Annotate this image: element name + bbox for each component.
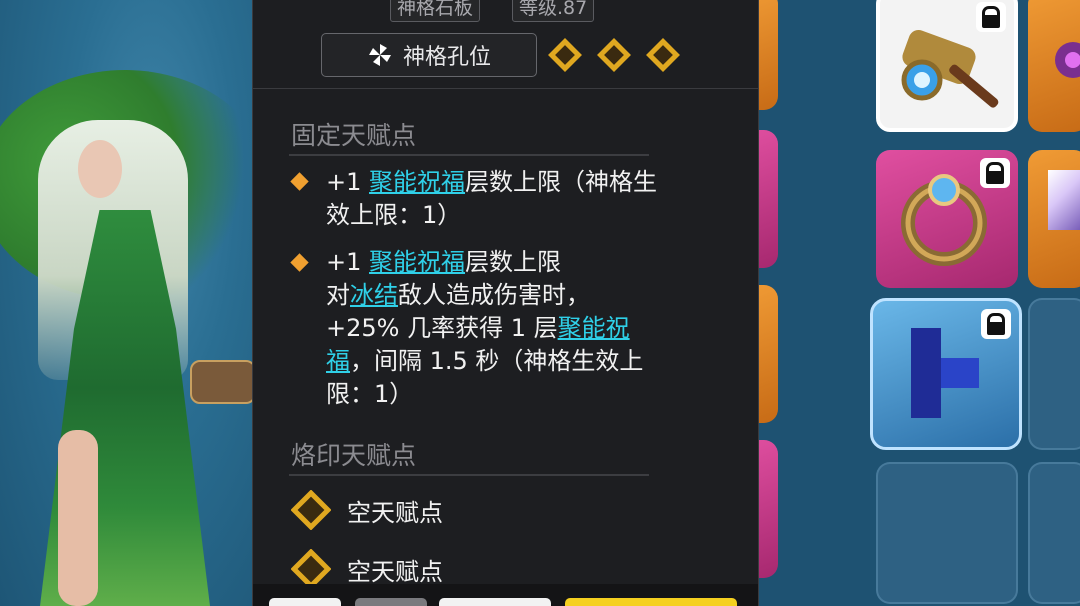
blue-glyph-icon [911, 328, 979, 418]
item-type-tag: 神格石板 [390, 0, 481, 22]
socket-slot-label: 神格孔位 [402, 45, 491, 70]
header-divider [253, 88, 758, 89]
diamond-gem-icon [548, 38, 582, 72]
entry-text: 层数上限（神格生 [465, 168, 658, 196]
item-icon [1055, 42, 1080, 78]
keyword-link[interactable]: 聚能祝 [558, 314, 630, 342]
diamond-gem-icon [646, 38, 680, 72]
item-tooltip: 神格石板 等级.87 神格孔位 固定天赋点 +1 聚能祝福层数上限（神格生 效上… [252, 0, 759, 606]
inventory-grid [742, 0, 1080, 606]
character-face [78, 140, 122, 198]
entry-text: ，间隔 1.5 秒（神格生效上 [350, 347, 644, 375]
item-level-tag: 等级.87 [512, 0, 595, 22]
inventory-slot[interactable] [1028, 150, 1080, 288]
talent-entry: +1 聚能祝福层数上限 对冰结敌人造成伤害时， +25% 几率获得 1 层聚能祝… [326, 246, 721, 411]
keyword-link[interactable]: 冰结 [350, 281, 398, 309]
section-divider [289, 474, 649, 476]
lock-icon [976, 2, 1006, 32]
entry-text: 效上限：1） [326, 201, 462, 229]
keyword-link[interactable]: 聚能祝福 [369, 168, 465, 196]
confirm-button[interactable] [565, 598, 737, 606]
inventory-slot-empty[interactable] [876, 462, 1018, 604]
character-leg [58, 430, 98, 606]
pinwheel-icon [368, 44, 391, 66]
diamond-gem-icon [597, 38, 631, 72]
empty-slot-label: 空天赋点 [347, 557, 443, 586]
inventory-slot-hammer[interactable] [876, 0, 1018, 132]
action-button[interactable] [355, 598, 427, 606]
entry-text: 层数上限 [465, 248, 562, 276]
fixed-talent-heading: 固定天赋点 [291, 121, 417, 150]
empty-slot-icon [291, 549, 331, 589]
inventory-slot-empty[interactable] [1028, 462, 1080, 604]
inventory-slot-ring[interactable] [876, 150, 1018, 288]
inventory-slot-glyph[interactable] [870, 298, 1022, 450]
keyword-link[interactable]: 聚能祝福 [369, 248, 465, 276]
talent-entry: +1 聚能祝福层数上限（神格生 效上限：1） [326, 166, 721, 232]
ring-icon [901, 174, 987, 266]
entry-text: 敌人造成伤害时， [398, 281, 590, 309]
inventory-slot-empty[interactable] [1028, 298, 1080, 450]
empty-talent-slot[interactable]: 空天赋点 [291, 490, 443, 530]
action-button[interactable] [439, 598, 551, 606]
empty-slot-label: 空天赋点 [347, 498, 443, 527]
entry-prefix: +1 [326, 168, 370, 196]
bullet-icon [290, 172, 309, 191]
action-button[interactable] [269, 598, 341, 606]
character-staff [190, 360, 252, 404]
empty-slot-icon [291, 490, 331, 530]
empty-talent-slot[interactable]: 空天赋点 [291, 549, 443, 589]
lock-icon [980, 158, 1010, 188]
imprint-talent-heading: 烙印天赋点 [291, 441, 417, 470]
lock-icon [981, 309, 1011, 339]
entry-text: 限：1） [326, 380, 414, 408]
bullet-icon [290, 253, 309, 272]
entry-prefix: +1 [326, 248, 370, 276]
socket-slot-button[interactable]: 神格孔位 [321, 33, 537, 77]
inventory-slot[interactable] [1028, 0, 1080, 132]
character-portrait [0, 0, 252, 606]
keyword-link[interactable]: 福 [326, 347, 350, 375]
entry-text: +25% 几率获得 1 层 [326, 314, 558, 342]
section-divider [289, 154, 649, 156]
entry-text: 对 [326, 281, 350, 309]
